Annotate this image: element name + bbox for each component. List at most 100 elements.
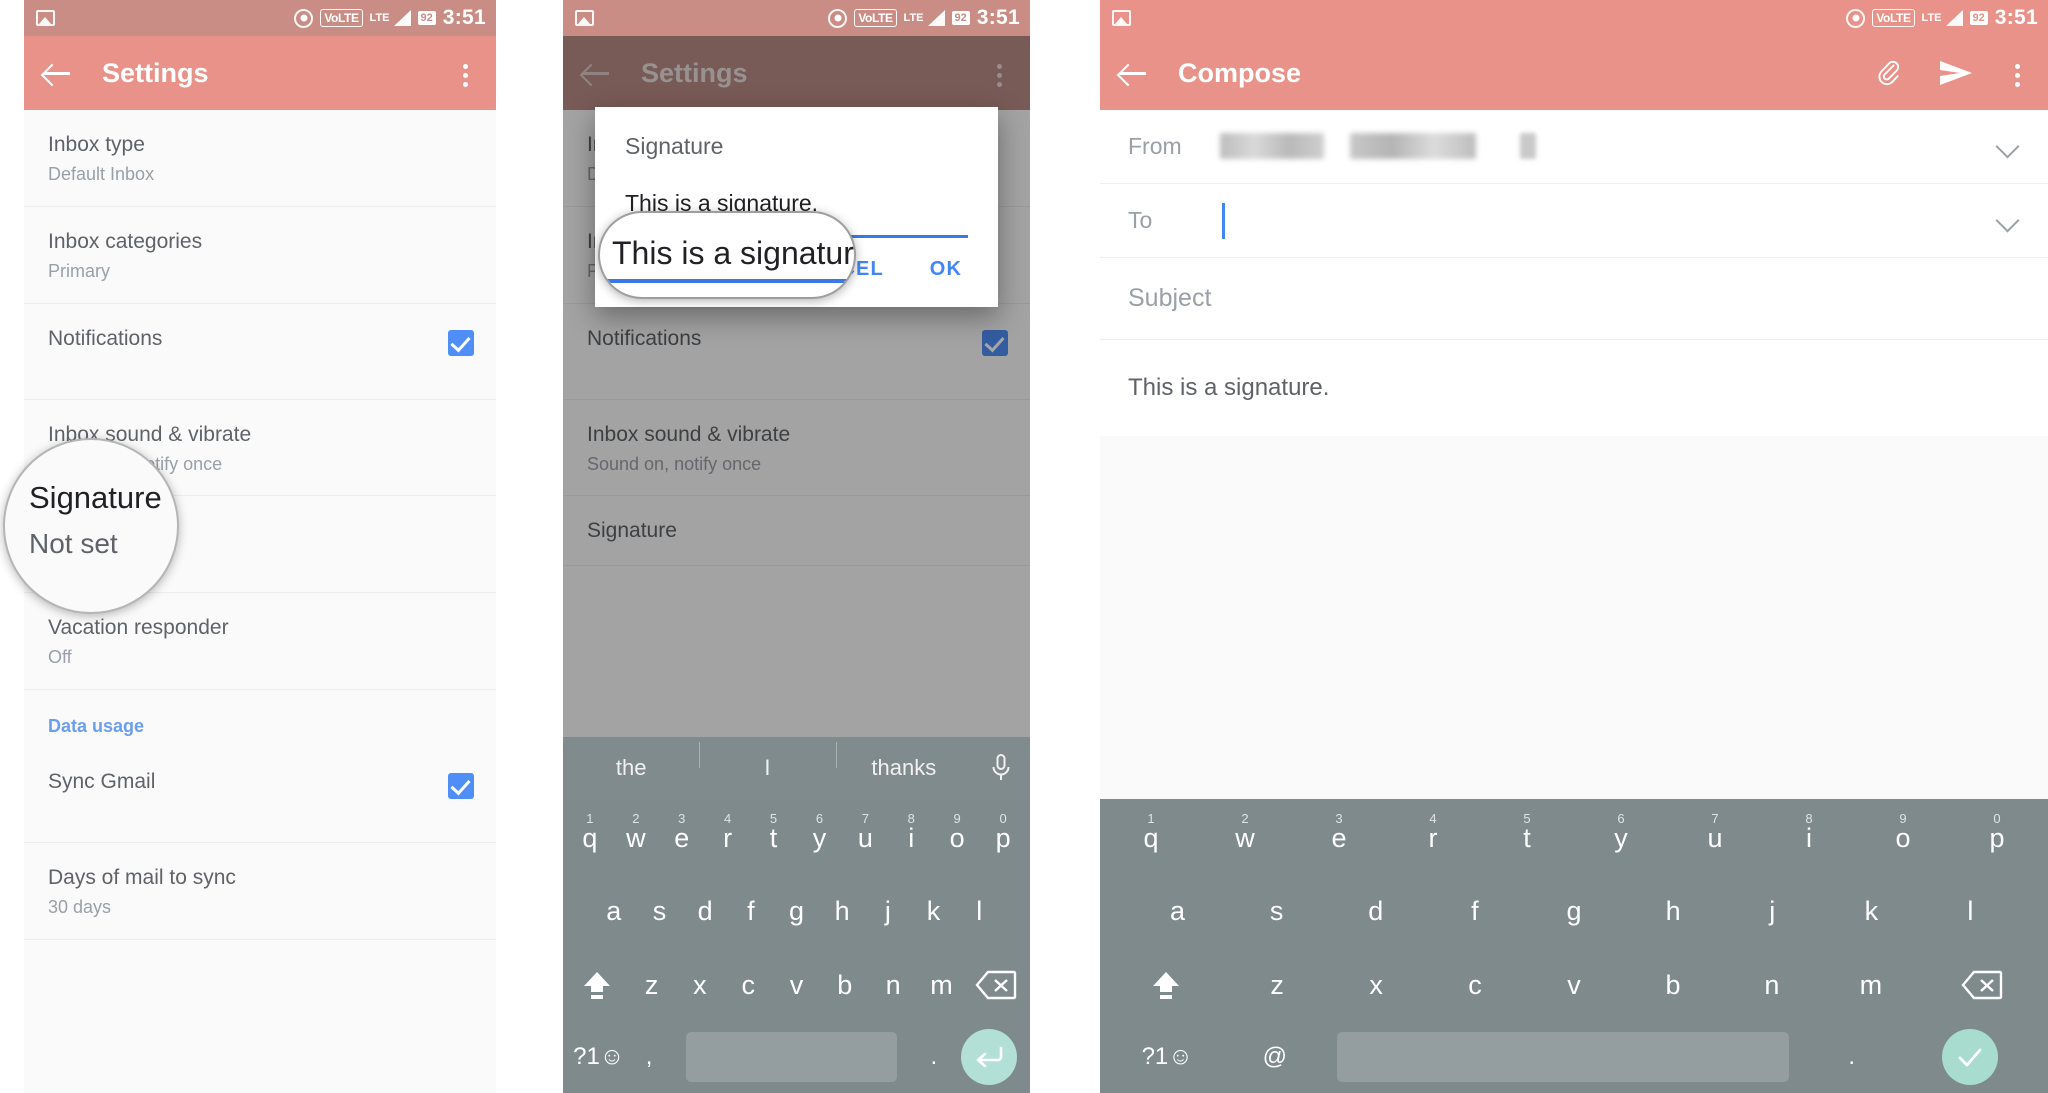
backspace-icon[interactable] xyxy=(1920,956,2044,1018)
key-v[interactable]: v xyxy=(1525,956,1624,1019)
key-x[interactable]: x xyxy=(676,956,724,1019)
at-key[interactable]: @ xyxy=(1226,1043,1323,1071)
key-c[interactable]: c xyxy=(724,956,772,1019)
key-w[interactable]: 2w xyxy=(613,809,659,872)
key-b[interactable]: b xyxy=(1623,956,1722,1019)
period-key[interactable]: . xyxy=(911,1043,956,1071)
back-arrow-icon[interactable] xyxy=(40,56,74,90)
paperclip-icon[interactable] xyxy=(1874,58,1904,88)
shift-up-icon[interactable] xyxy=(567,955,627,1019)
key-b[interactable]: b xyxy=(821,956,869,1019)
chevron-down-icon[interactable] xyxy=(1996,209,2020,233)
comma-key[interactable]: , xyxy=(626,1043,671,1071)
key-label: r xyxy=(723,823,733,853)
key-k[interactable]: k xyxy=(911,882,957,945)
key-z[interactable]: z xyxy=(1228,956,1327,1019)
shift-up-icon[interactable] xyxy=(1104,955,1228,1019)
back-arrow-icon[interactable] xyxy=(1116,56,1150,90)
setting-row-inbox-categories[interactable]: Inbox categories Primary xyxy=(24,206,496,304)
key-p[interactable]: 0p xyxy=(1950,809,2044,872)
enter-return-icon[interactable] xyxy=(957,1029,1022,1085)
symbols-key[interactable]: ?1☺ xyxy=(571,1043,626,1071)
key-w[interactable]: 2w xyxy=(1198,809,1292,872)
compose-from-row[interactable]: From xyxy=(1100,110,2048,184)
key-y[interactable]: 6y xyxy=(1574,809,1668,872)
status-bar: VoLTE LTE 92 3:51 xyxy=(24,0,496,36)
key-j[interactable]: j xyxy=(865,882,911,945)
key-l[interactable]: l xyxy=(1921,882,2020,945)
key-q[interactable]: 1q xyxy=(567,809,613,872)
compose-body[interactable]: This is a signature. xyxy=(1100,340,2048,436)
volte-icon: VoLTE xyxy=(1872,9,1915,27)
key-n[interactable]: n xyxy=(869,956,917,1019)
key-d[interactable]: d xyxy=(1326,882,1425,945)
key-y[interactable]: 6y xyxy=(797,809,843,872)
space-key[interactable] xyxy=(685,1032,898,1082)
checkmark-icon[interactable] xyxy=(1900,1029,2040,1085)
key-u[interactable]: 7u xyxy=(1668,809,1762,872)
subject-input[interactable]: Subject xyxy=(1100,258,2048,340)
sync-gmail-checkbox[interactable] xyxy=(448,772,474,799)
key-c[interactable]: c xyxy=(1426,956,1525,1019)
suggestion-item[interactable]: the xyxy=(563,755,699,781)
key-r[interactable]: 4r xyxy=(1386,809,1480,872)
key-s[interactable]: s xyxy=(637,882,683,945)
key-f[interactable]: f xyxy=(1425,882,1524,945)
to-input[interactable] xyxy=(1220,201,1996,241)
notifications-checkbox[interactable] xyxy=(448,329,474,356)
key-h[interactable]: h xyxy=(1624,882,1723,945)
key-label: t xyxy=(1523,823,1531,853)
key-t[interactable]: 5t xyxy=(1480,809,1574,872)
key-e[interactable]: 3e xyxy=(1292,809,1386,872)
key-r[interactable]: 4r xyxy=(705,809,751,872)
key-i[interactable]: 8i xyxy=(1762,809,1856,872)
key-v[interactable]: v xyxy=(772,956,820,1019)
key-m[interactable]: m xyxy=(917,956,965,1019)
key-o[interactable]: 9o xyxy=(1856,809,1950,872)
key-z[interactable]: z xyxy=(627,956,675,1019)
setting-row-notifications[interactable]: Notifications xyxy=(24,303,496,400)
suggestion-item[interactable]: I xyxy=(699,742,835,781)
key-k[interactable]: k xyxy=(1822,882,1921,945)
period-key[interactable]: . xyxy=(1803,1043,1900,1071)
key-j[interactable]: j xyxy=(1723,882,1822,945)
compose-to-row[interactable]: To xyxy=(1100,184,2048,258)
chevron-down-icon[interactable] xyxy=(1996,135,2020,159)
key-u[interactable]: 7u xyxy=(842,809,888,872)
key-s[interactable]: s xyxy=(1227,882,1326,945)
setting-title: Days of mail to sync xyxy=(48,865,236,889)
key-e[interactable]: 3e xyxy=(659,809,705,872)
kebab-menu-icon[interactable] xyxy=(452,56,480,90)
key-g[interactable]: g xyxy=(774,882,820,945)
microphone-icon[interactable] xyxy=(972,753,1030,783)
key-m[interactable]: m xyxy=(1821,956,1920,1019)
redacted-text xyxy=(1350,132,1476,159)
key-label: q xyxy=(582,823,598,853)
ok-button[interactable]: OK xyxy=(930,258,962,281)
key-h[interactable]: h xyxy=(819,882,865,945)
backspace-icon[interactable] xyxy=(966,956,1026,1018)
setting-row-days-of-mail-to-sync[interactable]: Days of mail to sync 30 days xyxy=(24,842,496,940)
key-g[interactable]: g xyxy=(1524,882,1623,945)
key-p[interactable]: 0p xyxy=(980,809,1026,872)
kebab-menu-icon[interactable] xyxy=(2004,56,2032,90)
setting-row-inbox-type[interactable]: Inbox type Default Inbox xyxy=(24,110,496,207)
setting-row-sync-gmail[interactable]: Sync Gmail xyxy=(24,746,496,843)
space-key[interactable] xyxy=(1337,1032,1790,1082)
symbols-key[interactable]: ?1☺ xyxy=(1108,1043,1226,1071)
settings-app-bar: Settings xyxy=(24,36,496,110)
key-l[interactable]: l xyxy=(956,882,1002,945)
key-d[interactable]: d xyxy=(682,882,728,945)
cast-icon xyxy=(1846,8,1866,28)
key-a[interactable]: a xyxy=(591,882,637,945)
key-f[interactable]: f xyxy=(728,882,774,945)
key-x[interactable]: x xyxy=(1327,956,1426,1019)
send-icon[interactable] xyxy=(1938,58,1974,88)
key-a[interactable]: a xyxy=(1128,882,1227,945)
key-q[interactable]: 1q xyxy=(1104,809,1198,872)
key-n[interactable]: n xyxy=(1722,956,1821,1019)
key-t[interactable]: 5t xyxy=(751,809,797,872)
key-o[interactable]: 9o xyxy=(934,809,980,872)
key-i[interactable]: 8i xyxy=(888,809,934,872)
suggestion-item[interactable]: thanks xyxy=(835,742,972,781)
